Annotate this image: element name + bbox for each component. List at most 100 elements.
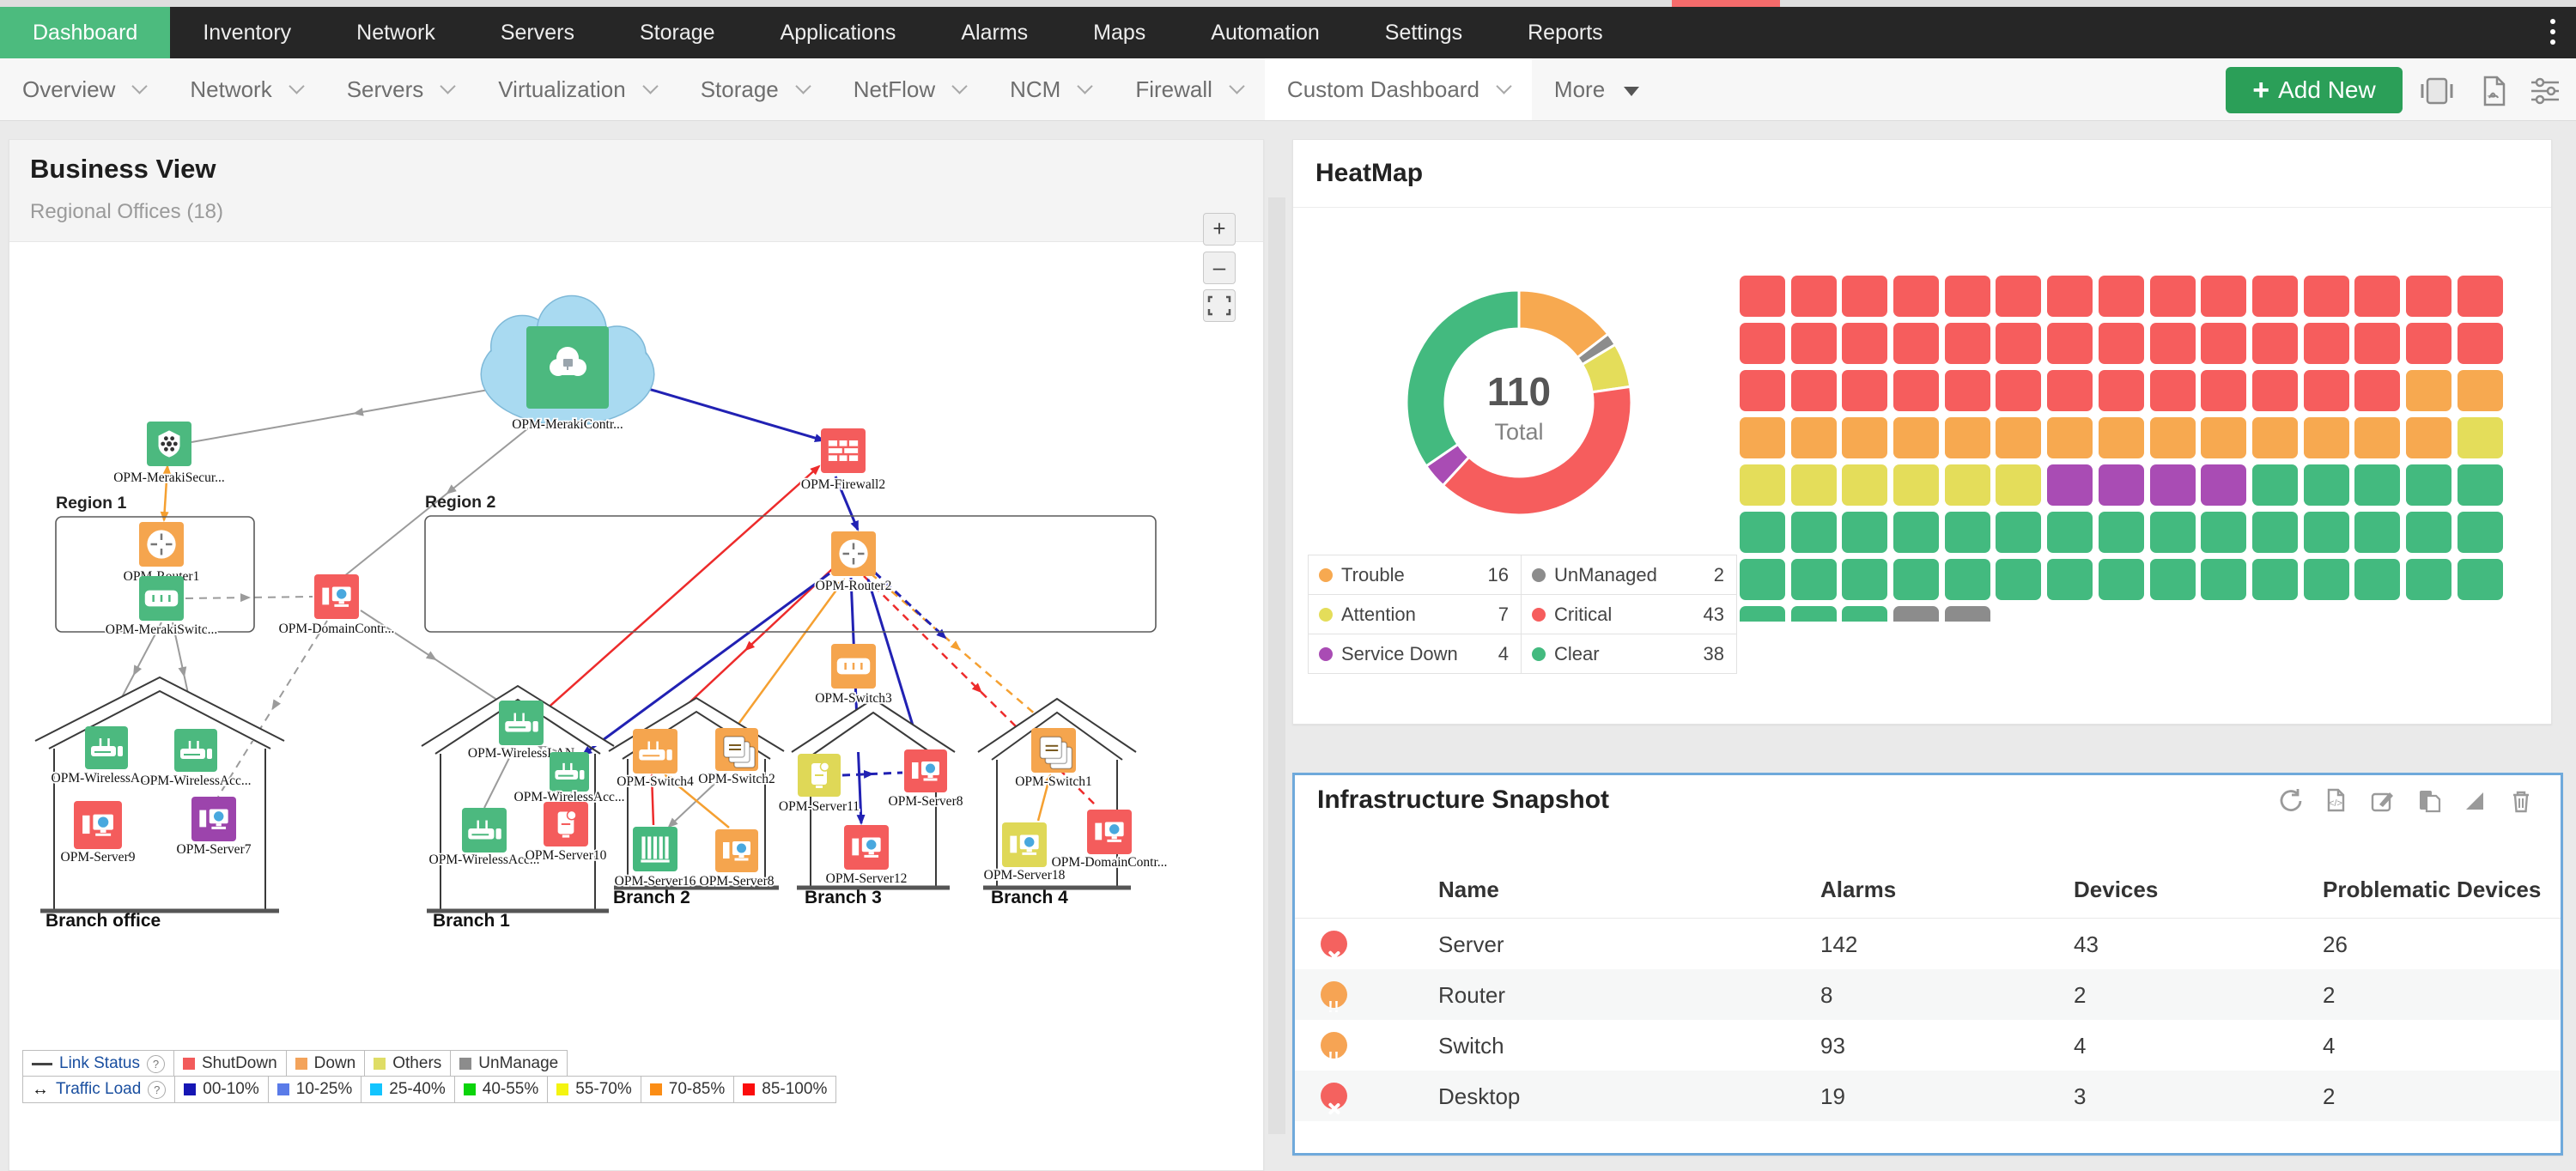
heatmap-cell[interactable] [1842,512,1888,553]
heatmap-legend-trouble[interactable]: Trouble 16 [1309,555,1522,594]
cell-name[interactable]: Desktop [1438,1083,1520,1110]
heatmap-cell[interactable] [1893,512,1940,553]
device-node-merakiswitc[interactable]: OPM-MerakiSwitc... [104,576,219,639]
heatmap-cell[interactable] [2201,464,2247,506]
heatmap-cell[interactable] [2405,417,2451,458]
heatmap-cell[interactable] [2457,276,2503,317]
heatmap-cell[interactable] [2047,276,2093,317]
top-nav-dashboard[interactable]: Dashboard [0,7,171,58]
heatmap-cell[interactable] [1790,370,1837,411]
heatmap-cell[interactable] [2251,323,2298,364]
heatmap-cell[interactable] [2405,559,2451,600]
tab-overview[interactable]: Overview [0,58,167,120]
cell-name[interactable]: Server [1438,931,1504,958]
kebab-menu-icon[interactable] [2550,19,2555,45]
heatmap-cell[interactable] [1740,512,1785,553]
heatmap-cell[interactable] [1740,276,1785,317]
device-node-domaincontr2[interactable]: OPM-DomainContr... [1050,810,1169,871]
heatmap-cell[interactable] [2251,464,2298,506]
heatmap-cell[interactable] [2098,417,2144,458]
tab-more[interactable]: More [1532,58,1662,120]
heatmap-cell[interactable] [2149,323,2196,364]
device-node-server16[interactable]: OPM-Server16 [613,827,697,890]
top-nav-network[interactable]: Network [324,7,468,58]
heatmap-cell[interactable] [2251,417,2298,458]
heatmap-cell[interactable] [1893,606,1940,622]
heatmap-cell[interactable] [2354,370,2401,411]
device-node-server18[interactable]: OPM-Server18 [982,822,1066,884]
heatmap-cell[interactable] [1996,276,2042,317]
device-node-merakisecur[interactable]: OPM-MerakiSecur... [112,422,227,487]
top-nav-maps[interactable]: Maps [1060,7,1178,58]
tab-storage[interactable]: Storage [678,58,831,120]
heatmap-cell[interactable] [2098,323,2144,364]
top-nav-applications[interactable]: Applications [748,7,929,58]
heatmap-cell[interactable] [2303,559,2349,600]
carousel-icon[interactable] [2420,76,2454,106]
heatmap-cell[interactable] [1740,323,1785,364]
top-nav-storage[interactable]: Storage [607,7,748,58]
device-node-cloud[interactable]: OPM-MerakiContr... [480,294,655,434]
heatmap-cell[interactable] [1790,417,1837,458]
heatmap-cell[interactable] [1790,606,1837,622]
fit-screen-button[interactable] [1203,289,1236,322]
heatmap-cell[interactable] [1842,370,1888,411]
heatmap-cell[interactable] [1944,464,1990,506]
heatmap-cell[interactable] [2098,464,2144,506]
heatmap-cell[interactable] [2149,512,2196,553]
cell-name[interactable]: Switch [1438,1033,1504,1059]
heatmap-cell[interactable] [1740,606,1785,622]
heatmap-cell[interactable] [1944,417,1990,458]
heatmap-cell[interactable] [1740,370,1785,411]
heatmap-cell[interactable] [2098,559,2144,600]
delete-icon[interactable] [2507,787,2535,815]
device-node-server8b[interactable]: OPM-Server8 [698,829,775,890]
heatmap-cell[interactable] [2201,512,2247,553]
heatmap-cell[interactable] [2354,276,2401,317]
heatmap-cell[interactable] [2149,559,2196,600]
heatmap-legend-unmanaged[interactable]: UnManaged 2 [1522,555,1736,594]
heatmap-cell[interactable] [2251,276,2298,317]
heatmap-cell[interactable] [1842,276,1888,317]
heatmap-cell[interactable] [1944,559,1990,600]
heatmap-cell[interactable] [2457,464,2503,506]
heatmap-legend-clear[interactable]: Clear 38 [1522,634,1736,673]
heatmap-cell[interactable] [1893,464,1940,506]
heatmap-cell[interactable] [2098,276,2144,317]
heatmap-cell[interactable] [2303,464,2349,506]
heatmap-cell[interactable] [1893,370,1940,411]
help-icon[interactable]: ? [147,1054,165,1073]
zoom-in-button[interactable]: + [1203,213,1236,246]
top-nav-alarms[interactable]: Alarms [928,7,1060,58]
heatmap-cell[interactable] [1893,417,1940,458]
device-node-wirelessacc3[interactable]: OPM-WirelessAcc... [428,808,541,869]
heatmap-legend-attention[interactable]: Attention 7 [1309,595,1522,634]
heatmap-cell[interactable] [2251,370,2298,411]
heatmap-cell[interactable] [1790,464,1837,506]
tab-firewall[interactable]: Firewall [1113,58,1265,120]
heatmap-cell[interactable] [2405,276,2451,317]
heatmap-cell[interactable] [1996,559,2042,600]
device-node-server9[interactable]: OPM-Server9 [59,801,137,866]
network-topology-map[interactable]: Region 1 Region 2 Branch office Branch 1 Bra… [9,140,1263,1170]
heatmap-cell[interactable] [2251,512,2298,553]
heatmap-cell[interactable] [2354,464,2401,506]
heatmap-cell[interactable] [2354,559,2401,600]
heatmap-cell[interactable] [1842,323,1888,364]
device-node-domaincontr1[interactable]: OPM-DomainContr... [277,574,396,638]
device-node-router1[interactable]: OPM-Router1 [122,522,201,586]
heatmap-cell[interactable] [1944,276,1990,317]
heatmap-cell[interactable] [2457,417,2503,458]
table-row-switch[interactable]: !! Switch 93 4 4 [1295,1020,2561,1071]
tab-netflow[interactable]: NetFlow [831,58,987,120]
tab-custom-dashboard[interactable]: Custom Dashboard [1264,58,1532,120]
heatmap-cell[interactable] [2303,417,2349,458]
heatmap-cell[interactable] [1740,417,1785,458]
heatmap-cell[interactable] [1842,417,1888,458]
top-nav-reports[interactable]: Reports [1495,7,1636,58]
heatmap-cell[interactable] [1790,323,1837,364]
edit-icon[interactable] [2368,787,2396,815]
device-node-server11[interactable]: OPM-Server11 [777,754,861,816]
heatmap-cell[interactable] [1842,606,1888,622]
resize-icon[interactable] [2461,787,2488,815]
